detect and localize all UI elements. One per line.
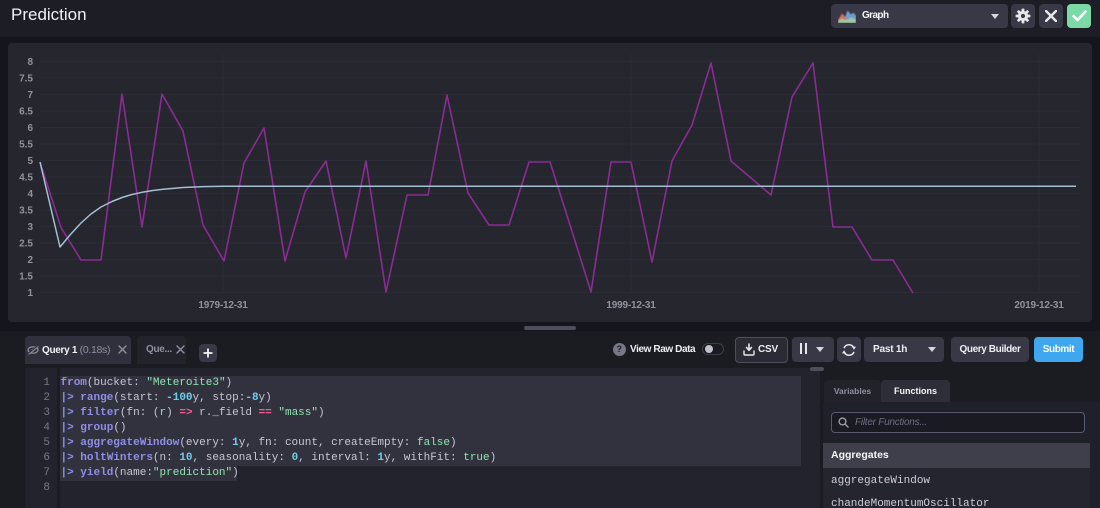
svg-text:1.5: 1.5: [19, 272, 33, 283]
svg-text:3.5: 3.5: [19, 206, 33, 217]
svg-text:4.5: 4.5: [19, 173, 33, 184]
svg-text:5: 5: [27, 156, 33, 167]
svg-text:6: 6: [27, 123, 33, 134]
svg-text:8: 8: [27, 57, 33, 68]
svg-text:6.5: 6.5: [19, 107, 33, 118]
svg-text:2: 2: [27, 255, 33, 266]
svg-text:4: 4: [27, 189, 33, 200]
svg-text:5.5: 5.5: [19, 140, 33, 151]
svg-text:1979-12-31: 1979-12-31: [198, 300, 248, 311]
svg-text:7.5: 7.5: [19, 74, 33, 85]
svg-text:3: 3: [27, 222, 33, 233]
svg-text:2.5: 2.5: [19, 239, 33, 250]
svg-text:2019-12-31: 2019-12-31: [1014, 300, 1064, 311]
svg-text:1: 1: [27, 288, 33, 299]
svg-text:1999-12-31: 1999-12-31: [606, 300, 656, 311]
svg-text:7: 7: [27, 90, 33, 101]
